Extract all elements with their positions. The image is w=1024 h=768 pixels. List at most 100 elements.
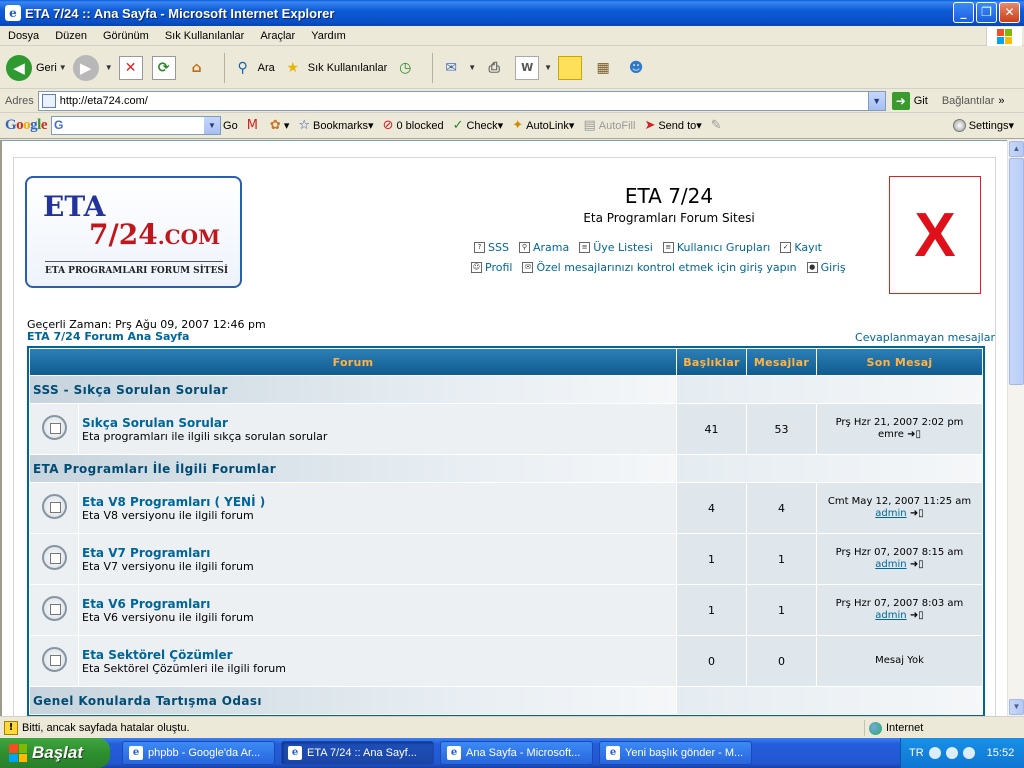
google-go-button[interactable]: Go: [223, 120, 238, 132]
goto-post-icon[interactable]: ➜▯: [910, 508, 924, 519]
forum-title-link[interactable]: Sıkça Sorulan Sorular: [82, 416, 676, 430]
print-button[interactable]: ⎙: [482, 56, 509, 80]
category-row: Genel Konularda Tartışma Odası: [30, 687, 982, 714]
autofill-label: AutoFill: [598, 119, 636, 132]
edit-button[interactable]: W ▼: [515, 55, 552, 80]
search-icon: ⚲: [237, 59, 248, 76]
google-logo[interactable]: Google: [5, 117, 48, 134]
messenger-button[interactable]: ☻: [624, 56, 651, 80]
autofill-button[interactable]: ▤ AutoFill: [583, 118, 635, 133]
home-button[interactable]: ⌂: [185, 56, 212, 80]
category-title[interactable]: Genel Konularda Tartışma Odası: [30, 687, 676, 714]
discuss-button[interactable]: [558, 55, 585, 80]
address-url[interactable]: http://eta724.com/: [60, 95, 148, 107]
category-title[interactable]: ETA Programları İle İlgili Forumlar: [30, 455, 676, 482]
nav-login[interactable]: ● Giriş: [806, 261, 846, 274]
favorites-button[interactable]: ★ Sık Kullanılanlar: [281, 56, 387, 80]
standard-toolbar: ◀ Geri ▼ ▶ ▼ ✕ ⟳ ⌂ ⚲ Ara ★ Sık Kullanıla…: [0, 47, 1024, 89]
mail-button[interactable]: ✉ ▼: [439, 56, 476, 80]
autolink-button[interactable]: ✦ AutoLink ▾: [512, 118, 574, 133]
taskbar-item[interactable]: e Ana Sayfa - Microsoft...: [440, 741, 593, 765]
menu-file[interactable]: Dosya: [0, 30, 47, 42]
puzzle-button[interactable]: ✿ ▾: [270, 118, 289, 133]
category-spacer: [677, 455, 982, 482]
scroll-down-icon[interactable]: ▼: [1009, 699, 1024, 715]
back-button[interactable]: ◀ Geri ▼: [6, 54, 67, 81]
links-button[interactable]: Bağlantılar: [942, 95, 995, 107]
nav-private-messages[interactable]: ✉ Özel mesajlarınızı kontrol etmek için g…: [522, 261, 797, 274]
nav-memberlist[interactable]: ≡ Üye Listesi: [579, 241, 653, 254]
forum-title-link[interactable]: Eta V7 Programları: [82, 546, 676, 560]
forward-button[interactable]: ▶ ▼: [72, 54, 113, 81]
close-button[interactable]: ✕: [999, 2, 1020, 23]
chevron-down-icon[interactable]: ▼: [59, 63, 67, 72]
send-to-label: Send to: [658, 119, 697, 132]
settings-button[interactable]: Settings ▾: [952, 119, 1014, 132]
page-viewport[interactable]: ETA 7/24 .COM ETA PROGRAMLARI FORUM SİTES…: [0, 140, 1007, 716]
scroll-thumb[interactable]: [1009, 158, 1024, 385]
last-post-user-link[interactable]: admin: [875, 508, 906, 519]
category-title[interactable]: SSS - Sıkça Sorulan Sorular: [30, 376, 676, 403]
chevron-down-icon[interactable]: ▼: [204, 117, 221, 134]
taskbar-item-label: ETA 7/24 :: Ana Sayf...: [307, 747, 417, 759]
last-post-date: Cmt May 12, 2007 11:25 am: [827, 496, 972, 507]
scroll-up-icon[interactable]: ▲: [1009, 141, 1024, 157]
system-tray: TR 15:52: [900, 738, 1024, 768]
site-logo[interactable]: ETA 7/24.COM ETA PROGRAMLARI FORUM SİTES…: [25, 176, 242, 288]
gmail-button[interactable]: M: [247, 118, 261, 133]
menu-help[interactable]: Yardım: [303, 30, 354, 42]
security-zone[interactable]: Internet: [864, 720, 923, 736]
menu-edit[interactable]: Düzen: [47, 30, 95, 42]
forum-title-link[interactable]: Eta V8 Programları ( YENİ ): [82, 495, 676, 509]
minimize-button[interactable]: _: [953, 2, 974, 23]
spell-check-button[interactable]: ✓ Check ▾: [453, 118, 504, 133]
menu-favorites[interactable]: Sık Kullanılanlar: [157, 30, 253, 42]
nav-register[interactable]: ✓ Kayıt: [780, 241, 822, 254]
nav-search[interactable]: ⚲ Arama: [518, 241, 569, 254]
menu-view[interactable]: Görünüm: [95, 30, 157, 42]
goto-post-icon[interactable]: ➜▯: [907, 429, 921, 440]
taskbar-item[interactable]: e Yeni başlık gönder - M...: [599, 741, 752, 765]
tray-volume-icon[interactable]: [962, 747, 975, 759]
forum-home-link[interactable]: ETA 7/24 Forum Ana Sayfa: [27, 330, 189, 343]
google-search-input[interactable]: G ▼: [51, 116, 222, 135]
chevron-down-icon[interactable]: ▼: [544, 63, 552, 72]
clock[interactable]: 15:52: [987, 747, 1015, 759]
last-post-user-link[interactable]: admin: [875, 559, 906, 570]
history-button[interactable]: ◷: [393, 56, 420, 80]
nav-profile[interactable]: ☺ Profil: [471, 261, 512, 274]
nav-faq[interactable]: ? SSS: [474, 241, 509, 254]
chevron-down-icon[interactable]: ▼: [468, 63, 476, 72]
research-button[interactable]: ▦: [591, 56, 618, 80]
goto-post-icon[interactable]: ➜▯: [910, 559, 924, 570]
popup-blocker-button[interactable]: ⊘ 0 blocked: [383, 118, 444, 133]
send-to-button[interactable]: ➤ Send to ▾: [644, 118, 701, 133]
nav-usergroups[interactable]: ≡ Kullanıcı Grupları: [662, 241, 770, 254]
forum-title-link[interactable]: Eta V6 Programları: [82, 597, 676, 611]
refresh-button[interactable]: ⟳: [151, 55, 179, 80]
go-button[interactable]: ➜ Git: [891, 91, 928, 110]
highlight-button[interactable]: ✎: [711, 118, 725, 133]
language-indicator[interactable]: TR: [909, 747, 924, 759]
search-button[interactable]: ⚲ Ara: [231, 56, 274, 80]
tray-arrow-icon[interactable]: [928, 747, 941, 759]
tray-network-icon[interactable]: [945, 747, 958, 759]
forum-title-link[interactable]: Eta Sektörel Çözümler: [82, 648, 676, 662]
stop-button[interactable]: ✕: [118, 55, 146, 80]
maximize-button[interactable]: ❐: [976, 2, 997, 23]
start-button[interactable]: Başlat: [0, 738, 110, 768]
menu-tools[interactable]: Araçlar: [252, 30, 303, 42]
taskbar-item-active[interactable]: e ETA 7/24 :: Ana Sayf...: [281, 741, 434, 765]
warning-icon[interactable]: !: [4, 720, 18, 735]
links-more-icon[interactable]: »: [998, 95, 1004, 107]
last-post-user-link[interactable]: admin: [875, 610, 906, 621]
title-bar[interactable]: e ETA 7/24 :: Ana Sayfa - Microsoft Inte…: [0, 0, 1024, 26]
unanswered-posts-link[interactable]: Cevaplanmayan mesajlar: [855, 331, 995, 344]
vertical-scrollbar[interactable]: ▲ ▼: [1007, 140, 1024, 716]
taskbar-item[interactable]: e phpbb - Google'da Ar...: [122, 741, 275, 765]
bookmarks-button[interactable]: ☆ Bookmarks ▾: [298, 118, 373, 133]
chevron-down-icon[interactable]: ▼: [105, 63, 113, 72]
chevron-down-icon[interactable]: ▼: [867, 91, 885, 110]
goto-post-icon[interactable]: ➜▯: [910, 610, 924, 621]
address-input[interactable]: http://eta724.com/ ▼: [37, 90, 886, 111]
